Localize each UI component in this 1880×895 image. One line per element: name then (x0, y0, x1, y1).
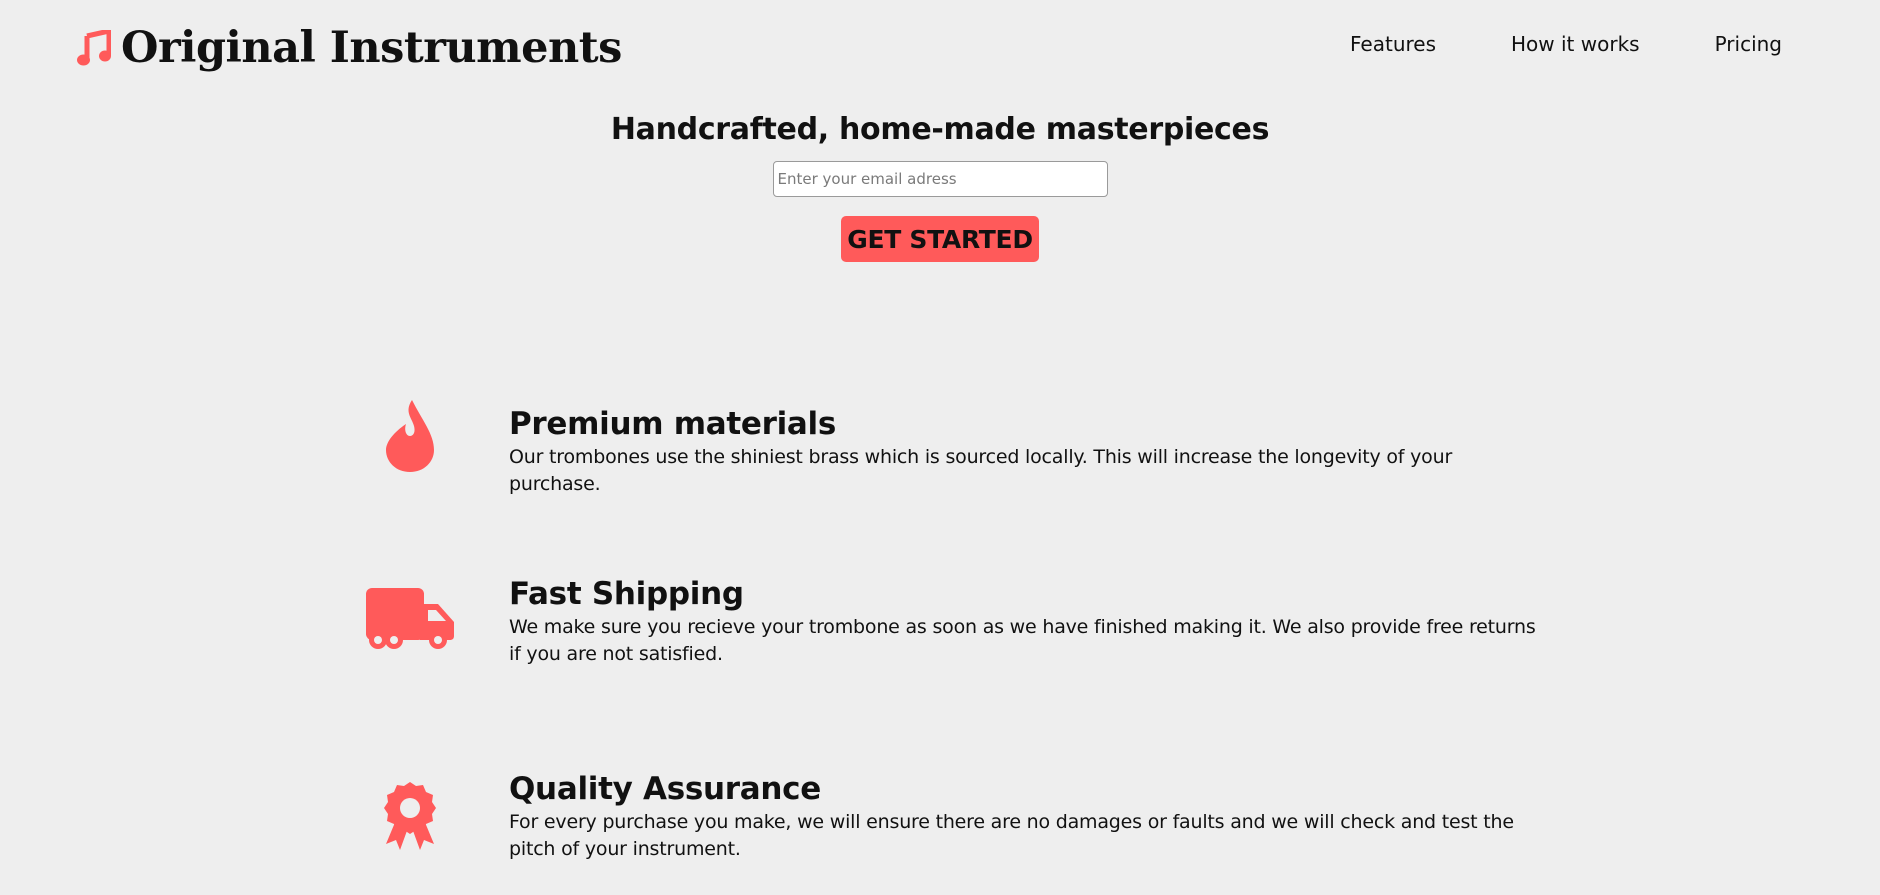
hero-section: Handcrafted, home-made masterpieces GET … (0, 112, 1880, 262)
feature-title: Quality Assurance (509, 771, 821, 807)
nav-link-how-it-works[interactable]: How it works (1511, 32, 1640, 56)
get-started-button[interactable]: GET STARTED (841, 216, 1039, 262)
feature-title: Fast Shipping (509, 576, 744, 612)
logo[interactable]: Original Instruments (77, 21, 622, 75)
feature-description: For every purchase you make, we will ens… (509, 811, 1514, 860)
feature-text: Fast Shipping We make sure you recieve y… (509, 576, 1549, 668)
truck-icon (366, 588, 454, 649)
feature-description: We make sure you recieve your trombone a… (509, 616, 1536, 665)
site-header: Original Instruments Features How it wor… (0, 0, 1880, 95)
nav-link-pricing[interactable]: Pricing (1715, 32, 1782, 56)
nav-link-features[interactable]: Features (1350, 32, 1436, 56)
award-icon (384, 782, 436, 850)
main-nav: Features How it works Pricing (1350, 32, 1782, 56)
feature-description: Our trombones use the shiniest brass whi… (509, 446, 1453, 495)
feature-text: Premium materials Our trombones use the … (509, 406, 1549, 498)
hero-title: Handcrafted, home-made masterpieces (610, 112, 1270, 147)
fire-icon (386, 400, 434, 472)
landing-page: Original Instruments Features How it wor… (0, 0, 1880, 895)
music-note-icon (77, 30, 111, 66)
feature-text: Quality Assurance For every purchase you… (509, 771, 1549, 863)
email-input[interactable] (772, 161, 1108, 197)
feature-title: Premium materials (509, 406, 836, 442)
logo-text: Original Instruments (121, 23, 622, 73)
